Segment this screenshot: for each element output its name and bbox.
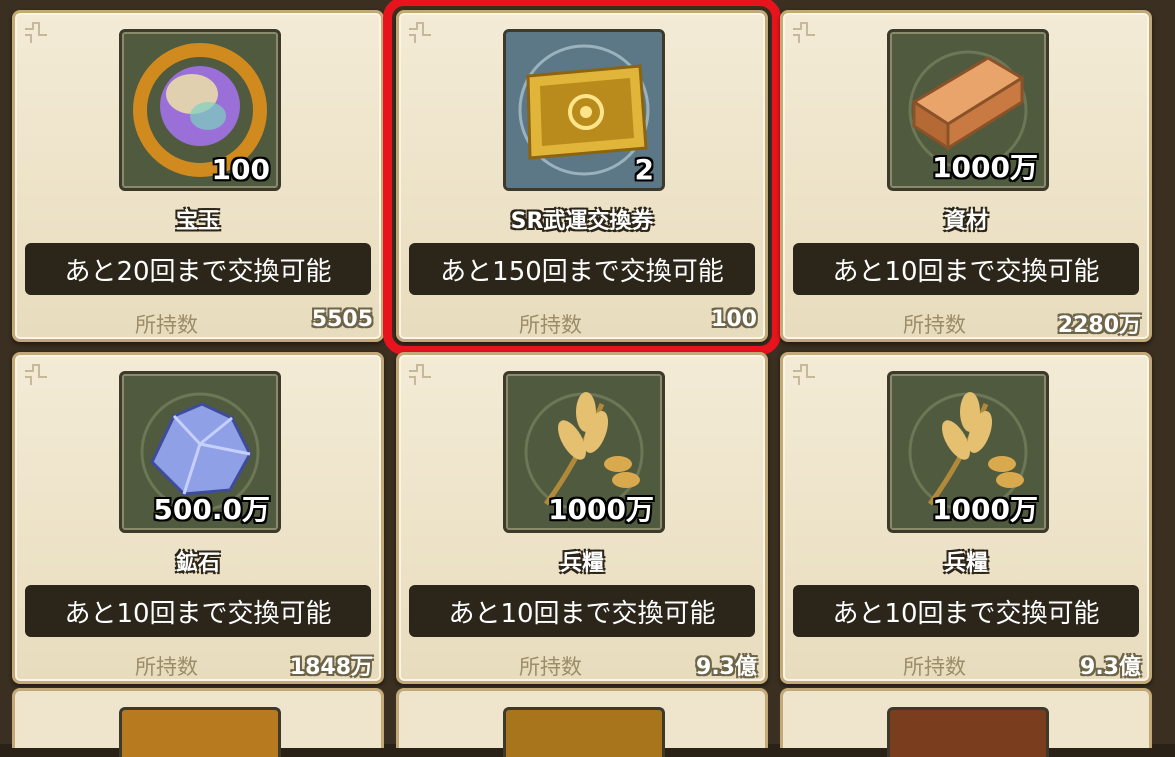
corner-ornament-icon [407,363,433,389]
corner-ornament-icon [407,21,433,47]
item-quantity: 1000万 [548,493,654,526]
exchange-limit-label: あと10回まで交換可能 [793,585,1139,637]
exchange-card-sr-ticket[interactable]: 2 SR武運交換券 あと150回まで交換可能 所持数 100 [383,0,781,355]
owned-label: 所持数 [903,313,966,337]
item-name: 宝玉 [175,209,220,234]
exchange-limit-label: あと10回まで交換可能 [793,243,1139,295]
corner-ornament-icon [791,21,817,47]
exchange-limit-label: あと20回まで交換可能 [25,243,371,295]
item-quantity: 1000万 [932,493,1038,526]
owned-label: 所持数 [135,313,198,337]
exchange-card-partial[interactable] [12,688,384,757]
item-quantity: 100 [211,153,270,186]
item-name: 鉱石 [175,551,220,576]
item-name: 兵糧 [943,551,988,576]
item-icon-frame [503,707,665,757]
owned-label: 所持数 [903,655,966,679]
item-name: 資材 [943,209,988,234]
item-quantity: 1000万 [932,151,1038,184]
item-icon-frame: 1000万 [503,371,665,533]
owned-value: 9.3億 [696,655,757,680]
owned-label: 所持数 [135,655,198,679]
item-icon-frame: 2 [503,29,665,191]
owned-value: 2280万 [1057,313,1141,338]
exchange-card-partial[interactable] [780,688,1152,757]
exchange-card-ore[interactable]: 500.0万 鉱石 あと10回まで交換可能 所持数 1848万 [12,352,384,684]
corner-ornament-icon [791,363,817,389]
exchange-card-jewel[interactable]: 100 宝玉 あと20回まで交換可能 所持数 5505 [12,10,384,342]
item-icon-frame: 1000万 [887,29,1049,191]
item-quantity: 500.0万 [153,493,270,526]
exchange-limit-label: あと10回まで交換可能 [25,585,371,637]
corner-ornament-icon [23,363,49,389]
item-icon-frame: 500.0万 [119,371,281,533]
item-icon-frame: 100 [119,29,281,191]
item-name: 兵糧 [559,551,604,576]
exchange-card-materials[interactable]: 1000万 資材 あと10回まで交換可能 所持数 2280万 [780,10,1152,342]
item-icon-frame [119,707,281,757]
owned-value: 1848万 [289,655,373,680]
item-name: SR武運交換券 [510,209,654,234]
exchange-card-rations-2[interactable]: 1000万 兵糧 あと10回まで交換可能 所持数 9.3億 [780,352,1152,684]
corner-ornament-icon [23,21,49,47]
owned-label: 所持数 [519,313,582,337]
owned-value: 9.3億 [1080,655,1141,680]
exchange-card-rations[interactable]: 1000万 兵糧 あと10回まで交換可能 所持数 9.3億 [396,352,768,684]
owned-label: 所持数 [519,655,582,679]
item-icon-frame [887,707,1049,757]
item-icon-frame: 1000万 [887,371,1049,533]
item-quantity: 2 [634,153,654,186]
exchange-card-partial[interactable] [396,688,768,757]
exchange-limit-label: あと150回まで交換可能 [409,243,755,295]
exchange-limit-label: あと10回まで交換可能 [409,585,755,637]
owned-value: 5505 [311,307,373,332]
owned-value: 100 [711,307,757,332]
exchange-shop-grid: 100 宝玉 あと20回まで交換可能 所持数 5505 2 SR武運交換券 あと… [0,0,1175,757]
